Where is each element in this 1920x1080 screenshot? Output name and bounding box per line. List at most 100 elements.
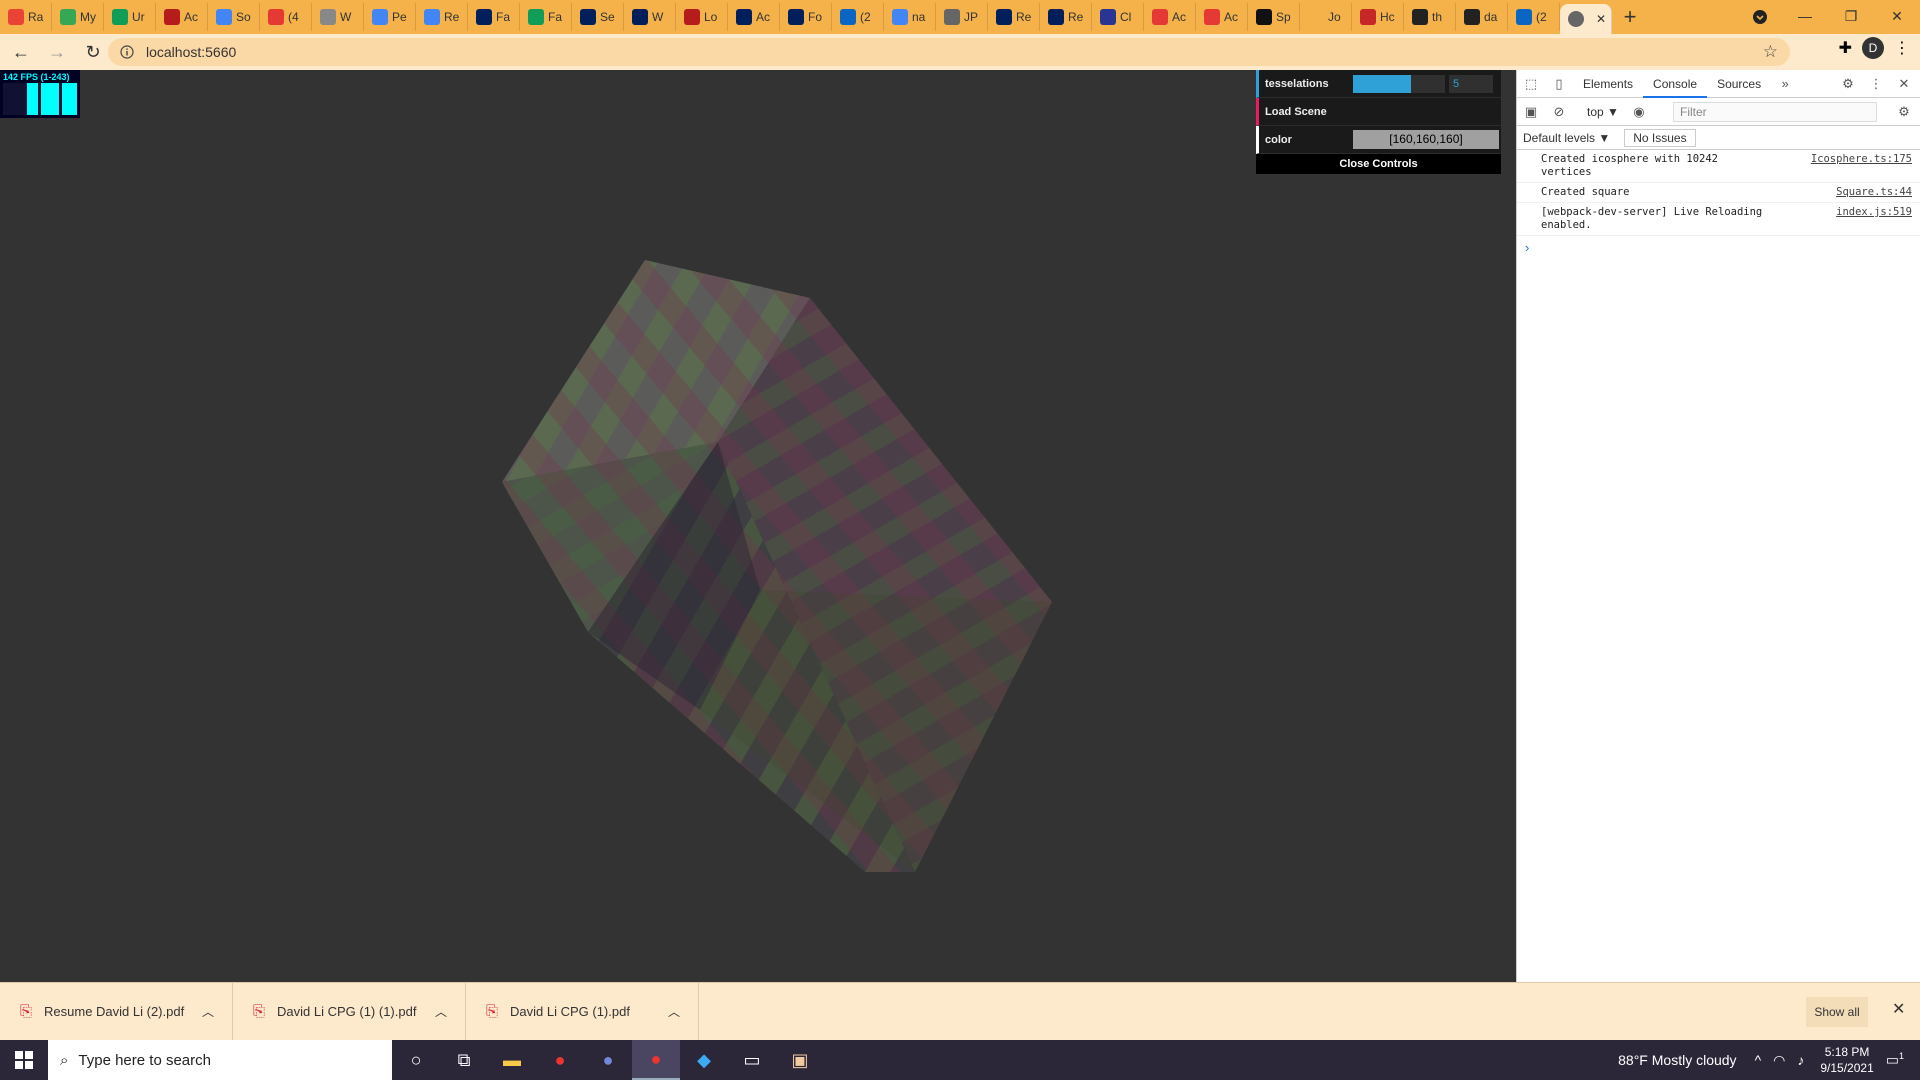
browser-tab[interactable]: Hc [1352,3,1404,31]
clear-console-icon[interactable]: ⊘ [1545,98,1573,126]
settings-gear-icon[interactable]: ⚙ [1834,70,1862,98]
color-picker[interactable]: [160,160,160] [1353,130,1499,149]
browser-tab[interactable]: (2 [832,3,884,31]
download-item[interactable]: ⎘ David Li CPG (1).pdf ︿ [466,982,699,1041]
tab-elements[interactable]: Elements [1573,70,1643,98]
browser-tab[interactable]: (4 [260,3,312,31]
tesselations-slider[interactable] [1353,74,1445,93]
bookmark-star-icon[interactable]: ☆ [1763,42,1778,62]
live-expression-eye-icon[interactable]: ◉ [1625,98,1653,126]
browser-tab[interactable]: Ur [104,3,156,31]
close-controls-button[interactable]: Close Controls [1256,154,1501,174]
chevron-up-icon[interactable]: ︿ [668,1003,680,1020]
download-item[interactable]: ⎘ David Li CPG (1) (1).pdf ︿ [233,982,466,1041]
tab-title: Lo [704,10,718,24]
webgl-canvas[interactable]: 142 FPS (1-243) tesselations 5 Load Scen… [0,70,1516,982]
browser-tab[interactable]: Ra [0,3,52,31]
browser-tab[interactable]: Ac [1196,3,1248,31]
active-browser-tab[interactable]: ✕ [1560,4,1612,34]
chevron-up-icon[interactable]: ︿ [435,1003,447,1020]
weather-widget[interactable]: 88°F Mostly cloudy [1618,1052,1736,1068]
browser-tab[interactable]: Ac [156,3,208,31]
browser-tab[interactable]: Ac [728,3,780,31]
forward-button[interactable]: → [42,37,72,67]
download-item[interactable]: ⎘ Resume David Li (2).pdf ︿ [0,982,233,1041]
browser-tab[interactable]: Ac [1144,3,1196,31]
browser-tab[interactable]: Re [416,3,468,31]
tab-search-button[interactable] [1748,6,1772,28]
volume-icon[interactable]: ♪ [1797,1052,1804,1068]
task-view-icon[interactable]: ⧉ [440,1040,488,1080]
browser-tab[interactable]: W [312,3,364,31]
browser-tab[interactable]: W [624,3,676,31]
chrome-menu-icon[interactable]: ⋮ [1894,38,1910,58]
console-prompt[interactable]: › [1517,236,1920,259]
browser-tab[interactable]: Sp [1248,3,1300,31]
browser-tab[interactable]: Fo [780,3,832,31]
chrome-active-taskbar-icon[interactable]: ● [632,1040,680,1080]
browser-tab[interactable]: (2 [1508,3,1560,31]
file-explorer-icon[interactable]: ▬ [488,1040,536,1080]
tesselations-input[interactable]: 5 [1449,74,1493,93]
load-scene-button[interactable]: Load Scene [1265,106,1353,118]
browser-tab[interactable]: Jo [1300,3,1352,31]
reload-button[interactable]: ↻ [78,37,108,67]
browser-tab[interactable]: na [884,3,936,31]
browser-tab[interactable]: Re [988,3,1040,31]
more-tabs-icon[interactable]: » [1771,70,1799,98]
restore-button[interactable]: ❐ [1828,0,1874,32]
log-source-link[interactable]: Icosphere.ts:175 [1811,153,1912,166]
log-source-link[interactable]: Square.ts:44 [1836,186,1912,199]
browser-tab[interactable]: Fa [468,3,520,31]
tab-sources[interactable]: Sources [1707,70,1771,98]
new-tab-button[interactable]: + [1616,3,1644,31]
chevron-up-icon[interactable]: ︿ [202,1003,214,1020]
close-download-shelf-icon[interactable]: ✕ [1892,999,1905,1019]
gui-load-scene-row[interactable]: Load Scene [1256,98,1501,126]
profile-avatar[interactable]: D [1862,37,1884,59]
inspect-element-icon[interactable]: ⬚ [1517,70,1545,98]
browser-tab[interactable]: da [1456,3,1508,31]
issues-button[interactable]: No Issues [1624,128,1696,147]
browser-tab[interactable]: Cl [1092,3,1144,31]
fps-stats-panel[interactable]: 142 FPS (1-243) [0,70,80,118]
address-bar[interactable]: localhost:5660 ☆ [108,38,1790,66]
browser-tab[interactable]: My [52,3,104,31]
close-window-button[interactable]: ✕ [1874,0,1920,32]
console-filter-input[interactable]: Filter [1673,102,1877,122]
cortana-icon[interactable]: ○ [392,1040,440,1080]
context-selector[interactable]: top ▼ [1581,105,1625,119]
close-tab-icon[interactable]: ✕ [1596,12,1606,26]
close-devtools-icon[interactable]: ✕ [1890,70,1918,98]
browser-tab[interactable]: JP [936,3,988,31]
chrome-taskbar-icon[interactable]: ● [536,1040,584,1080]
log-source-link[interactable]: index.js:519 [1836,206,1912,219]
back-button[interactable]: ← [6,37,36,67]
console-settings-icon[interactable]: ⚙ [1890,98,1918,126]
device-toolbar-icon[interactable]: ▯ [1545,70,1573,98]
taskbar-search-box[interactable]: ⌕ Type here to search [48,1040,392,1080]
photos-taskbar-icon[interactable]: ▣ [776,1040,824,1080]
sidebar-toggle-icon[interactable]: ▣ [1517,98,1545,126]
show-all-downloads-button[interactable]: Show all [1806,997,1868,1027]
browser-tab[interactable]: Se [572,3,624,31]
browser-tab[interactable]: th [1404,3,1456,31]
browser-tab[interactable]: Fa [520,3,572,31]
devtools-menu-icon[interactable]: ⋮ [1862,70,1890,98]
terminal-taskbar-icon[interactable]: ▭ [728,1040,776,1080]
vscode-taskbar-icon[interactable]: ◆ [680,1040,728,1080]
extensions-puzzle-icon[interactable]: ✚ [1839,38,1852,58]
browser-tab[interactable]: So [208,3,260,31]
tab-console[interactable]: Console [1643,70,1708,98]
tray-chevron-icon[interactable]: ^ [1755,1052,1762,1068]
browser-tab[interactable]: Re [1040,3,1092,31]
browser-tab[interactable]: Pe [364,3,416,31]
taskbar-clock[interactable]: 5:18 PM 9/15/2021 [1820,1044,1873,1076]
wifi-icon[interactable]: ◠ [1773,1052,1785,1069]
notifications-icon[interactable]: ▭1 [1886,1051,1904,1069]
discord-taskbar-icon[interactable]: ● [584,1040,632,1080]
browser-tab[interactable]: Lo [676,3,728,31]
minimize-button[interactable]: — [1782,0,1828,32]
log-levels-dropdown[interactable]: Default levels ▼ [1523,131,1610,145]
start-button[interactable] [0,1040,48,1080]
